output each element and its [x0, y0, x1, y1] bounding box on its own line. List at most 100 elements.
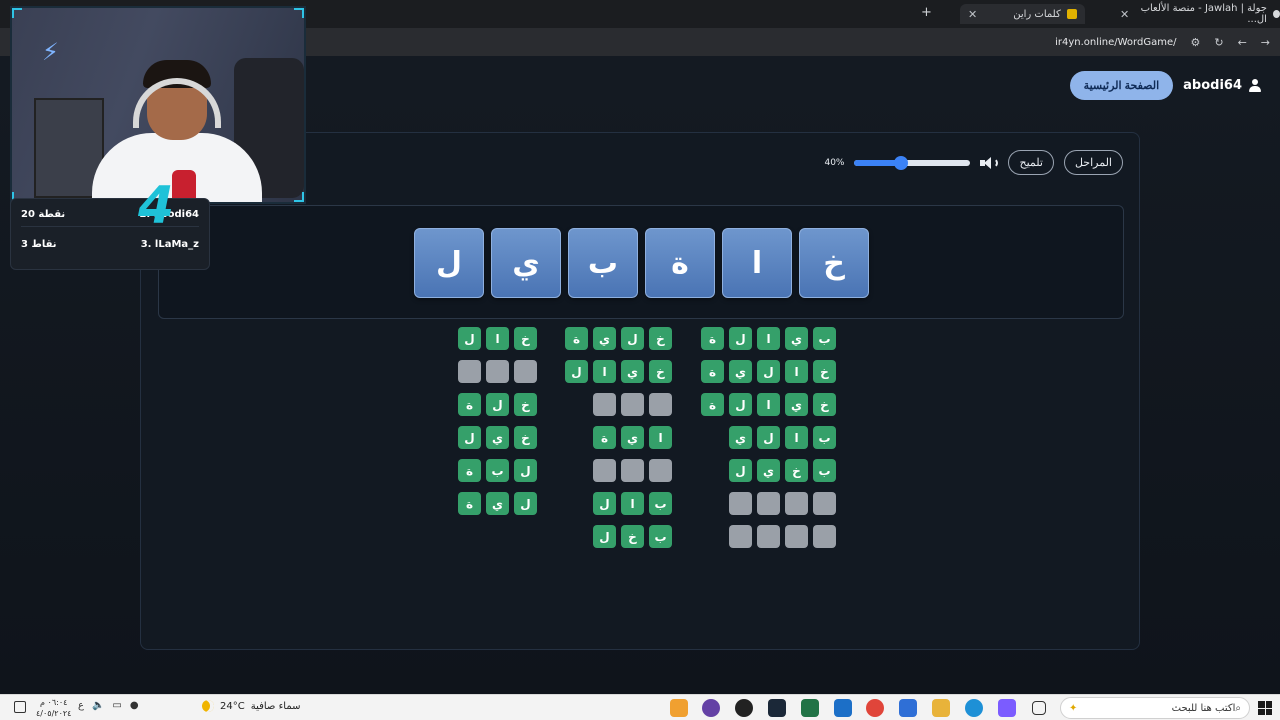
hint-button[interactable]: تلميح: [1008, 150, 1054, 175]
obs-icon[interactable]: [735, 699, 753, 717]
file-explorer-icon[interactable]: [932, 699, 950, 717]
word-cell: ب: [813, 426, 836, 449]
word-cell: ة: [701, 393, 724, 416]
back-icon[interactable]: ←: [1238, 36, 1247, 49]
word-cell: [621, 393, 644, 416]
found-word: خيالة: [701, 393, 836, 416]
lightning-logo-icon: ⚡: [42, 38, 59, 66]
browser-tab-words[interactable]: كلمات راين ✕: [960, 4, 1085, 24]
word-cell: [649, 393, 672, 416]
clock-time: ٠٦:٠٤ م: [40, 698, 68, 707]
outlook-icon[interactable]: [834, 699, 852, 717]
word-cell: ا: [757, 327, 780, 350]
site-settings-icon[interactable]: ⚙: [1190, 36, 1200, 49]
steam-icon[interactable]: [768, 699, 786, 717]
taskbar: ⌕ اكتب هنا للبحث ✦ 24°C سماء صافية ع 🔈 ▭…: [0, 694, 1280, 720]
language-indicator[interactable]: ع: [78, 700, 84, 711]
close-icon[interactable]: ✕: [1120, 8, 1129, 21]
word-cell: خ: [649, 360, 672, 383]
user-icon: [1248, 78, 1262, 93]
word-cell: [729, 525, 752, 548]
stages-button[interactable]: المراحل: [1063, 150, 1123, 175]
app-icon[interactable]: [702, 699, 720, 717]
app-icon[interactable]: [670, 699, 688, 717]
tab-title: كلمات راين: [1013, 8, 1061, 20]
edge-icon[interactable]: [965, 699, 983, 717]
hidden-word: [565, 459, 672, 482]
word-cell: ي: [785, 393, 808, 416]
volume-slider-thumb[interactable]: [893, 155, 908, 170]
new-tab-button[interactable]: +: [921, 5, 932, 20]
weather-text: سماء صافية: [250, 700, 301, 712]
word-cell: ل: [458, 327, 481, 350]
close-icon[interactable]: ✕: [968, 8, 977, 21]
search-highlight-icon: ✦: [1069, 702, 1078, 714]
word-cell: ل: [729, 393, 752, 416]
chrome-icon[interactable]: [866, 699, 884, 717]
store-icon[interactable]: [899, 699, 917, 717]
mic-icon[interactable]: ●: [130, 700, 139, 711]
system-tray: ع 🔈 ▭ ●: [78, 700, 139, 711]
volume-icon[interactable]: [980, 156, 999, 170]
letter-tile[interactable]: ب: [568, 228, 638, 298]
word-cell: [813, 492, 836, 515]
top-nav: abodi64 الصفحة الرئيسية: [1069, 71, 1262, 100]
clock-date: ٤/٠٥/٢٠٢٤: [36, 709, 72, 718]
word-cell: ي: [729, 360, 752, 383]
weather-widget[interactable]: 24°C سماء صافية: [202, 700, 301, 712]
letter-tile[interactable]: خ: [799, 228, 869, 298]
address-bar[interactable]: ir4yn.online/WordGame/: [1055, 37, 1176, 48]
word-cell: [621, 459, 644, 482]
word-cell: [757, 492, 780, 515]
clock[interactable]: ٠٦:٠٤ م ٤/٠٥/٢٠٢٤: [36, 697, 71, 719]
found-word: بيالة: [701, 327, 836, 350]
word-cell: ل: [486, 393, 509, 416]
hidden-word: [701, 525, 836, 548]
word-cell: ة: [593, 426, 616, 449]
found-word: خلة: [458, 393, 537, 416]
excel-icon[interactable]: [801, 699, 819, 717]
word-cell: ا: [649, 426, 672, 449]
word-cell: ا: [757, 393, 780, 416]
found-word: بخل: [565, 525, 672, 548]
stream-badge: 4: [138, 176, 175, 236]
user-info: abodi64: [1183, 78, 1262, 93]
word-cell: [757, 525, 780, 548]
home-button[interactable]: الصفحة الرئيسية: [1069, 71, 1174, 100]
reload-icon[interactable]: ↻: [1214, 36, 1223, 49]
letter-tile[interactable]: ا: [722, 228, 792, 298]
letter-tiles: خاةبيل: [414, 228, 869, 298]
word-cell: [593, 459, 616, 482]
task-view-icon[interactable]: [1032, 701, 1046, 715]
found-word: اية: [565, 426, 672, 449]
letter-tile[interactable]: ي: [491, 228, 561, 298]
forward-icon[interactable]: →: [1261, 36, 1270, 49]
word-cell: ا: [486, 327, 509, 350]
word-cell: ا: [593, 360, 616, 383]
word-cell: [729, 492, 752, 515]
volume-slider[interactable]: [854, 155, 971, 170]
windows-start-icon[interactable]: [1258, 701, 1272, 715]
score-points: 20 نقطة: [21, 209, 66, 220]
found-word: خيال: [565, 360, 672, 383]
word-cell: ي: [729, 426, 752, 449]
word-cell: ل: [729, 459, 752, 482]
word-cell: ة: [458, 393, 481, 416]
score-player: 3. lLaMa_z: [140, 238, 199, 250]
volume-percent: 40%: [824, 157, 845, 168]
word-cell: ي: [621, 426, 644, 449]
word-cell: خ: [514, 393, 537, 416]
notification-icon[interactable]: [14, 701, 26, 713]
copilot-icon[interactable]: [998, 699, 1016, 717]
network-icon[interactable]: ▭: [112, 700, 121, 711]
browser-tab-jawlah[interactable]: جولة | Jawlah - منصة الألعاب ال... ✕: [1120, 3, 1280, 25]
word-cell: [486, 360, 509, 383]
taskbar-search[interactable]: ⌕ اكتب هنا للبحث ✦: [1060, 697, 1250, 719]
word-cell: ل: [593, 525, 616, 548]
letter-tile[interactable]: ة: [645, 228, 715, 298]
speaker-icon[interactable]: 🔈: [92, 700, 104, 711]
letter-tile[interactable]: ل: [414, 228, 484, 298]
webcam-overlay: ⚡: [10, 6, 306, 204]
word-cell: ة: [701, 327, 724, 350]
word-cell: ل: [458, 426, 481, 449]
